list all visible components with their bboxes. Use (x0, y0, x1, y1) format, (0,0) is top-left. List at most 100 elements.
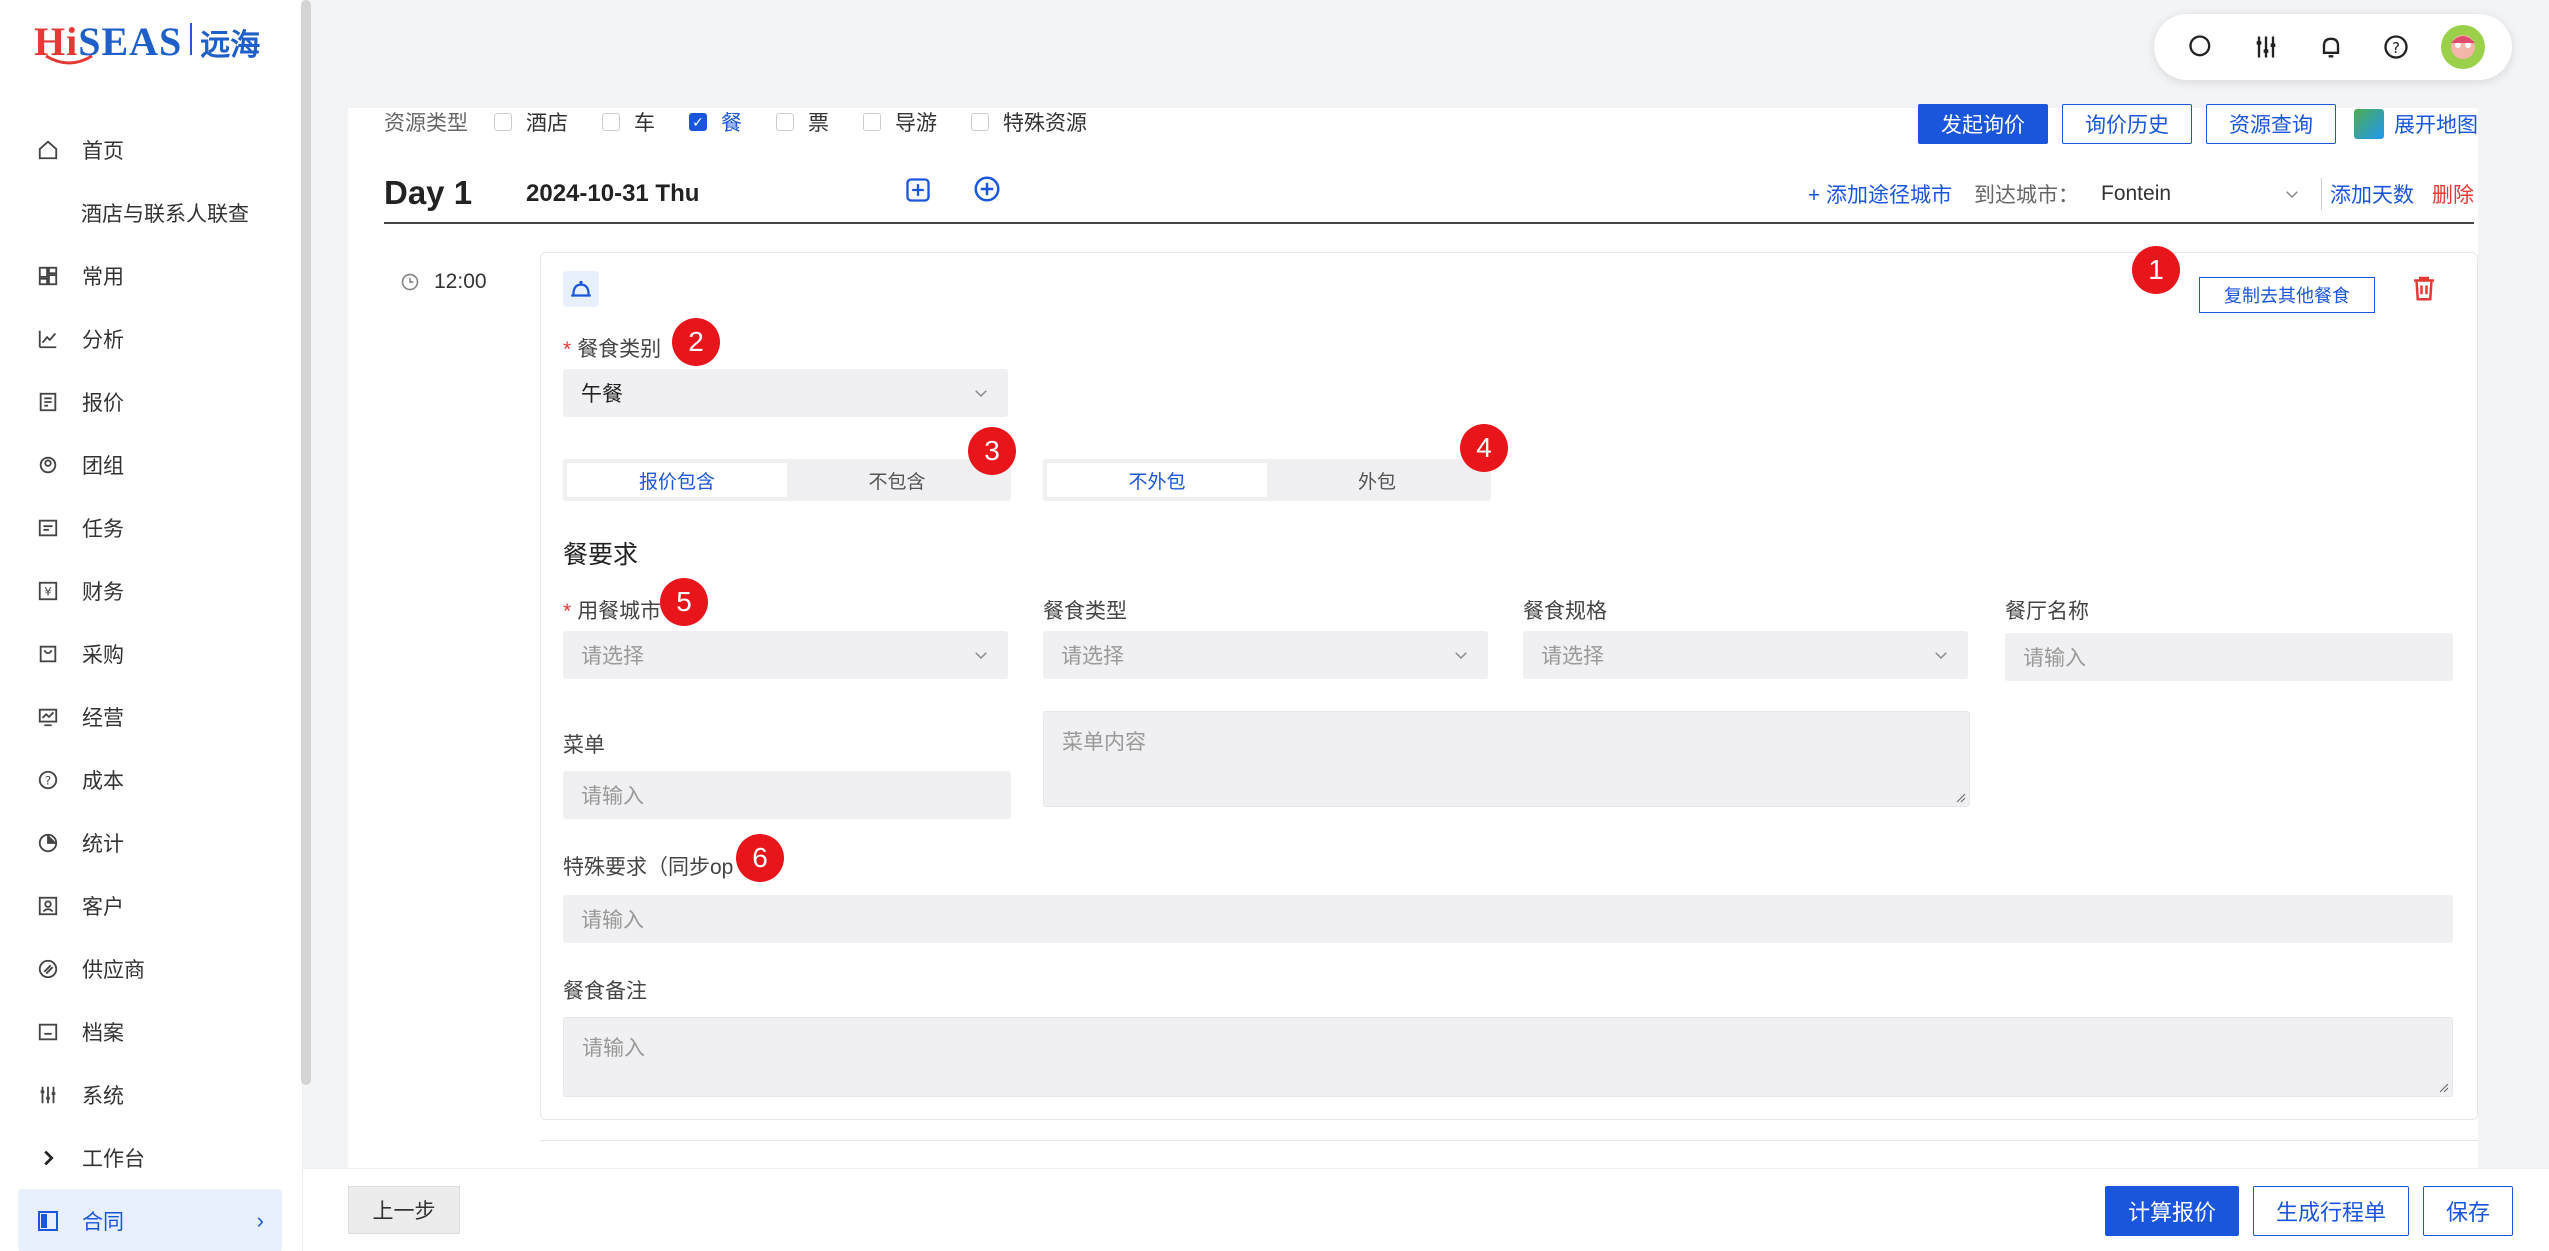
checkbox-special[interactable]: 特殊资源 (971, 107, 1087, 137)
svg-text:¥: ¥ (44, 584, 52, 598)
sidebar-scrollbar[interactable] (301, 0, 311, 1085)
sidebar-item-workbench[interactable]: 工作台 (0, 1126, 300, 1189)
special-requirements-input[interactable]: 请输入 (563, 895, 2453, 943)
start-inquiry-button[interactable]: 发起询价 (1918, 104, 2048, 144)
sidebar-nav: 首页 酒店与联系人联查 常用 分析 报价 团组 任务 ¥ 财务 采购 经营 ? … (0, 118, 300, 1251)
copy-to-other-meal-button[interactable]: 复制去其他餐食 (2199, 277, 2375, 313)
chevron-right-icon (36, 1146, 60, 1170)
menu-content-textarea[interactable]: 菜单内容 (1043, 711, 1970, 807)
sidebar-item-supplier[interactable]: 供应商 (0, 937, 300, 1000)
settings-sliders-icon[interactable] (2246, 27, 2286, 67)
menu-input[interactable]: 请输入 (563, 771, 1011, 819)
sidebar-item-label: 合同 (82, 1210, 124, 1234)
add-square-icon[interactable] (904, 176, 932, 209)
quote-include-option[interactable]: 报价包含 (567, 463, 787, 497)
sidebar-item-label: 系统 (82, 1084, 124, 1108)
cloche-icon (563, 271, 599, 307)
sidebar-item-label: 报价 (82, 391, 124, 415)
sidebar-item-label: 档案 (82, 1021, 124, 1045)
save-button[interactable]: 保存 (2422, 1186, 2513, 1236)
bell-icon[interactable] (2311, 27, 2351, 67)
annotation-marker-6: 6 (736, 834, 784, 882)
annotation-marker-5: 5 (660, 578, 708, 626)
sidebar-item-label: 首页 (82, 139, 124, 163)
day-header: Day 1 2024-10-31 Thu + 添加途径城市 到达城市： Font… (384, 168, 2474, 224)
meal-remark-textarea[interactable]: 请输入 (563, 1017, 2453, 1097)
sidebar-item-label: 工作台 (82, 1147, 145, 1171)
sidebar-item-contract[interactable]: 合同 › (18, 1189, 282, 1251)
contact-icon (36, 894, 60, 918)
sidebar-item-finance[interactable]: ¥ 财务 (0, 559, 300, 622)
sidebar-item-quote[interactable]: 报价 (0, 370, 300, 433)
add-circle-icon[interactable] (972, 174, 1002, 209)
chevron-down-icon (1455, 652, 1467, 660)
sidebar-item-label: 统计 (82, 832, 124, 856)
sidebar-item-cost[interactable]: ? 成本 (0, 748, 300, 811)
sidebar-item-label: 财务 (82, 580, 124, 604)
sidebar-item-label: 采购 (82, 643, 124, 667)
sidebar-item-label: 常用 (82, 265, 124, 289)
outsourced-option[interactable]: 外包 (1267, 463, 1487, 497)
sidebar-item-home[interactable]: 首页 (0, 118, 300, 181)
checkbox-car[interactable]: 车 (602, 107, 655, 137)
day-label: Day 1 (384, 174, 473, 211)
checkbox-ticket[interactable]: 票 (776, 107, 829, 137)
day-date: 2024-10-31 Thu (526, 180, 700, 207)
meal-type-select[interactable]: 请选择 (1043, 631, 1488, 679)
calculate-quote-button[interactable]: 计算报价 (2104, 1186, 2239, 1236)
sidebar-item-task[interactable]: 任务 (0, 496, 300, 559)
search-icon[interactable] (2181, 27, 2221, 67)
sidebar-item-hotel-contacts[interactable]: 酒店与联系人联查 (0, 181, 300, 244)
annotation-marker-4: 4 (1460, 424, 1508, 472)
meal-city-label: * 用餐城市 (563, 600, 662, 623)
sidebar-item-analysis[interactable]: 分析 (0, 307, 300, 370)
sidebar-item-group[interactable]: 团组 (0, 433, 300, 496)
annotation-marker-1: 1 (2132, 246, 2180, 294)
add-days-link[interactable]: 添加天数 (2330, 179, 2414, 209)
sidebar-item-archive[interactable]: 档案 (0, 1000, 300, 1063)
svg-text:?: ? (2392, 39, 2400, 57)
sidebar-item-system[interactable]: 系统 (0, 1063, 300, 1126)
meal-spec-label: 餐食规格 (1523, 600, 1607, 623)
inquiry-history-button[interactable]: 询价历史 (2062, 104, 2192, 144)
arrive-city-select[interactable]: Fontein (2101, 182, 2301, 206)
checkbox-hotel[interactable]: 酒店 (494, 107, 568, 137)
meal-city-select[interactable]: 请选择 (563, 631, 1008, 679)
resource-query-button[interactable]: 资源查询 (2206, 104, 2336, 144)
sidebar-item-stats[interactable]: 统计 (0, 811, 300, 874)
folder-icon (36, 1020, 60, 1044)
meal-category-select[interactable]: 午餐 (563, 369, 1008, 417)
chevron-down-icon (975, 390, 987, 398)
meal-type-label: 餐食类型 (1043, 600, 1127, 623)
expand-map-link[interactable]: 展开地图 (2354, 109, 2478, 139)
checkbox-meal[interactable]: ✓ 餐 (689, 107, 742, 137)
trash-icon[interactable] (2409, 273, 2439, 303)
checkbox-guide[interactable]: 导游 (863, 107, 937, 137)
previous-step-button[interactable]: 上一步 (348, 1186, 460, 1234)
not-outsourced-option[interactable]: 不外包 (1047, 463, 1267, 497)
check-icon: ✓ (689, 113, 707, 131)
sidebar-item-purchase[interactable]: 采购 (0, 622, 300, 685)
sidebar-item-common[interactable]: 常用 (0, 244, 300, 307)
resource-type-row: 资源类型 酒店 车 ✓ 餐 票 导游 特殊资源 (384, 108, 1121, 136)
help-icon[interactable]: ? (2376, 27, 2416, 67)
add-route-city-link[interactable]: + 添加途径城市 (1808, 179, 1952, 209)
delete-day-link[interactable]: 删除 (2432, 179, 2474, 209)
divider (2321, 178, 2322, 210)
resize-handle-icon[interactable] (2439, 1083, 2449, 1093)
chevron-down-icon (1935, 652, 1947, 660)
sidebar: HiSEAS 远海 首页 酒店与联系人联查 常用 分析 报价 团组 任务 ¥ 财… (0, 0, 303, 1251)
logo-divider (190, 23, 193, 55)
avatar[interactable] (2441, 25, 2486, 69)
quote-exclude-option[interactable]: 不包含 (787, 463, 1007, 497)
sidebar-item-label: 客户 (82, 895, 124, 919)
resize-handle-icon[interactable] (1956, 793, 1966, 803)
sidebar-item-customer[interactable]: 客户 (0, 874, 300, 937)
quote-include-toggle: 报价包含 不包含 (563, 459, 1011, 501)
bottom-action-bar: 上一步 计算报价 生成行程单 保存 (303, 1168, 2549, 1251)
restaurant-name-input[interactable]: 请输入 (2005, 633, 2453, 681)
logo-swoosh-icon (45, 54, 93, 65)
generate-itinerary-button[interactable]: 生成行程单 (2252, 1186, 2409, 1236)
sidebar-item-operation[interactable]: 经营 (0, 685, 300, 748)
meal-spec-select[interactable]: 请选择 (1523, 631, 1968, 679)
